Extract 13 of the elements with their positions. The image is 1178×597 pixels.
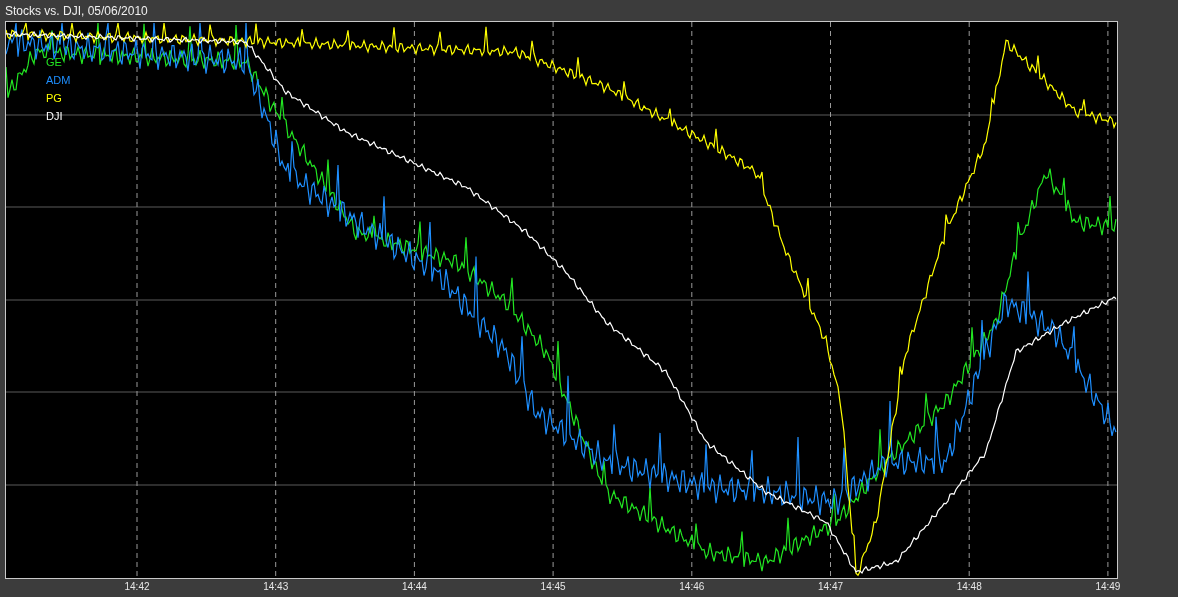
time-label: 14:48 [956,581,982,593]
window-title: Stocks vs. DJI, 05/06/2010 [4,3,149,20]
time-label: 14:46 [679,581,705,593]
time-label: 14:45 [540,581,566,593]
legend-label: PG [46,91,63,105]
legend-label: GE [46,55,63,69]
time-label: 14:49 [1095,581,1121,593]
time-label: 14:42 [124,581,150,593]
time-label: 14:44 [401,581,427,593]
legend-label: DJI [46,109,64,123]
time-label: 14:47 [818,581,843,593]
time-label: 14:43 [263,581,289,593]
legend-label: ADM [46,73,71,87]
